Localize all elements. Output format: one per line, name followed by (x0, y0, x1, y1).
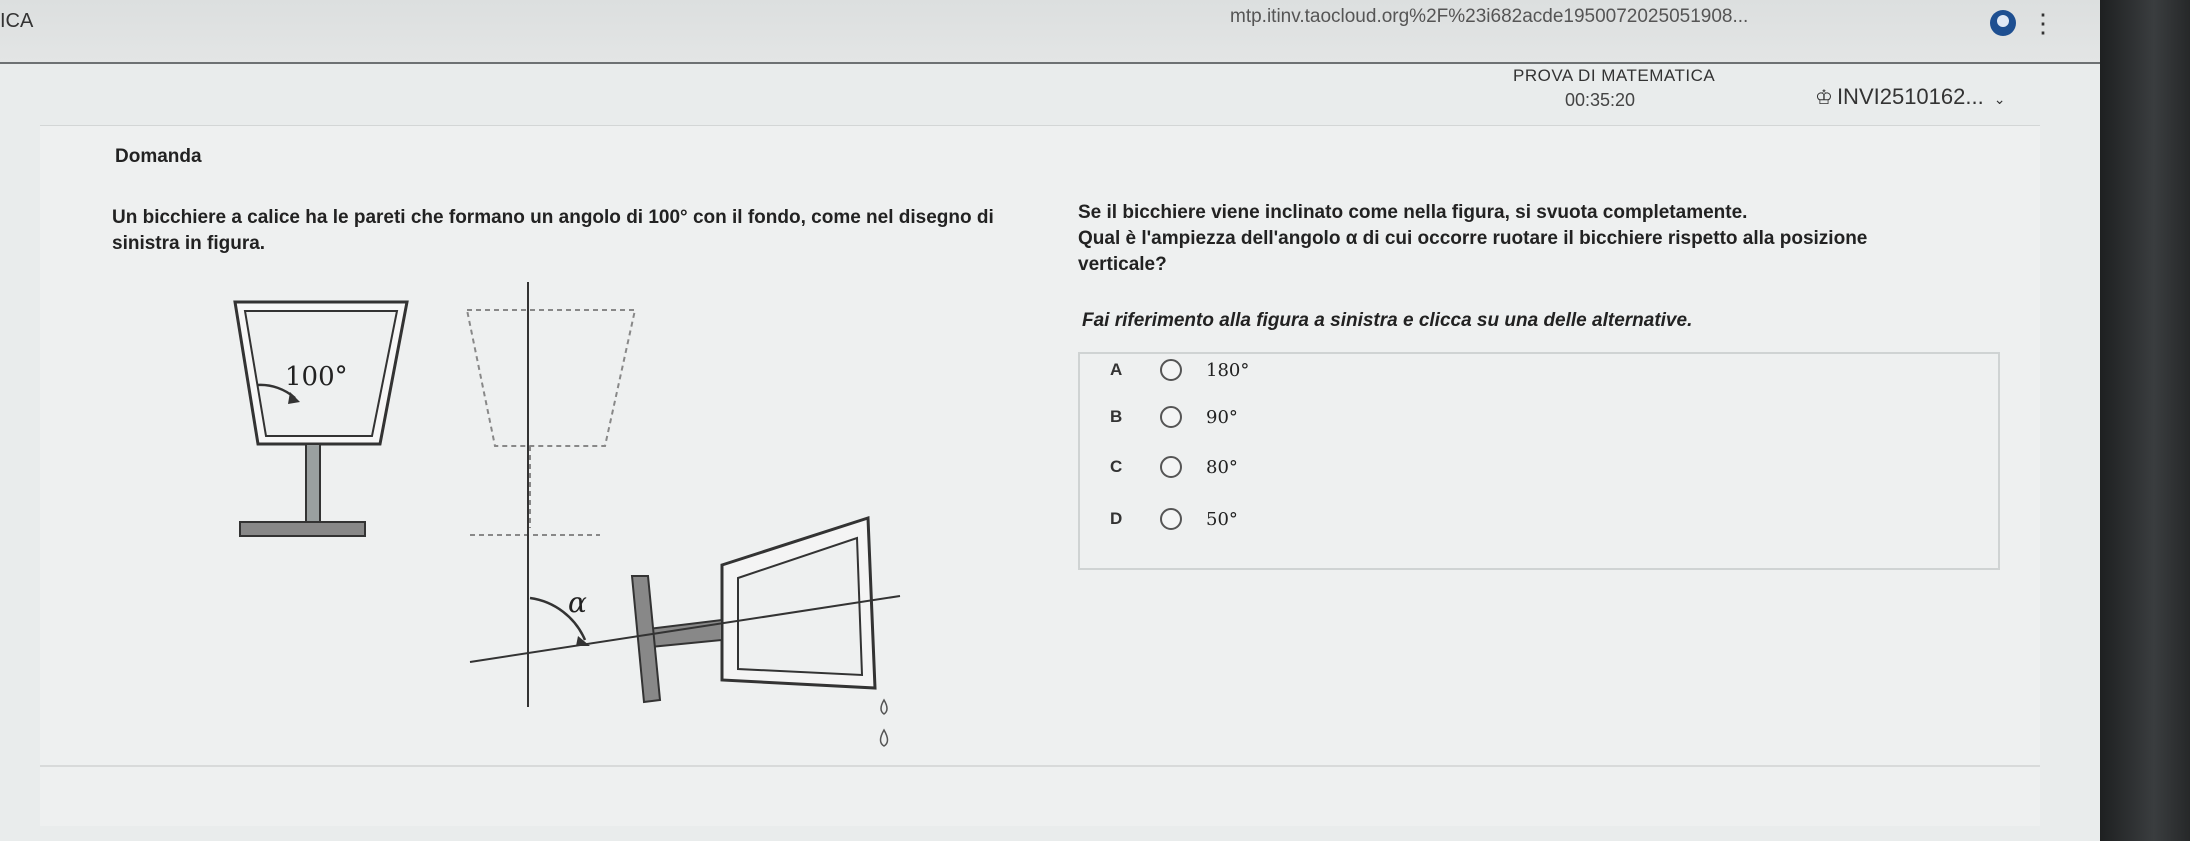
ghost-glass (465, 309, 637, 536)
drop-icon (879, 728, 889, 747)
monitor-bezel (2100, 0, 2190, 841)
tilted-glass (630, 515, 877, 704)
drop-icon (880, 698, 888, 715)
choice-letter: A (1110, 360, 1123, 379)
radio-button[interactable] (1160, 406, 1182, 428)
choice-value: 50° (1206, 508, 1238, 530)
choice-b[interactable]: B 90° (1110, 402, 1238, 432)
prompt-line-1: Se il bicchiere viene inclinato come nel… (1078, 202, 1748, 223)
alpha-label: α (568, 586, 587, 619)
choice-a[interactable]: A 180° (1110, 355, 1249, 385)
angle-label: 100° (285, 362, 348, 392)
upright-glass (233, 300, 409, 537)
radio-button[interactable] (1160, 456, 1182, 478)
choice-value: 80° (1206, 456, 1238, 478)
choice-c[interactable]: C 80° (1110, 452, 1238, 482)
choice-d[interactable]: D 50° (1110, 504, 1238, 534)
choice-letter: C (1110, 457, 1123, 476)
prompt-line-3: verticale? (1078, 254, 1167, 275)
choice-value: 90° (1206, 406, 1238, 428)
instruction-text: Fai riferimento alla figura a sinistra e… (1082, 310, 1693, 331)
radio-button[interactable] (1160, 359, 1182, 381)
radio-button[interactable] (1160, 508, 1182, 530)
choice-letter: D (1110, 509, 1123, 528)
choice-value: 180° (1206, 359, 1250, 381)
choice-letter: B (1110, 407, 1123, 426)
prompt-line-2: Qual è l'ampiezza dell'angolo α di cui o… (1078, 228, 1868, 249)
